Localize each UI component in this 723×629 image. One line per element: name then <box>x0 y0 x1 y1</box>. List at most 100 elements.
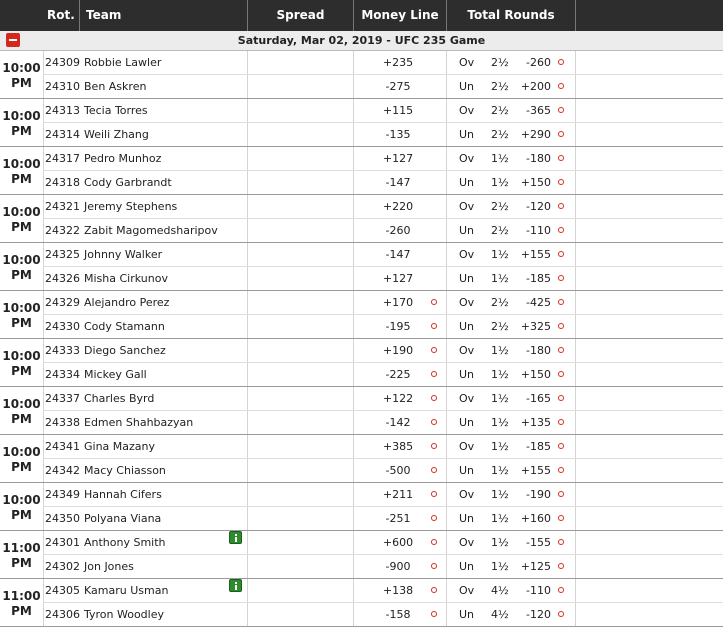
game-time-hour: 10:00 <box>2 493 41 507</box>
moneyline-bet-icon[interactable] <box>431 419 437 425</box>
total-rounds-value: 1½ <box>491 416 509 429</box>
rotation-number: 24325 <box>45 248 80 261</box>
total-odds: +155 <box>520 464 551 477</box>
fighter-name: Hannah Cifers <box>84 488 162 501</box>
rotation-number: 24318 <box>45 176 80 189</box>
moneyline-bet-icon[interactable] <box>431 587 437 593</box>
total-rounds-value: 1½ <box>491 176 509 189</box>
total-bet-icon[interactable] <box>558 611 564 617</box>
moneyline-bet-icon[interactable] <box>431 539 437 545</box>
total-odds: -180 <box>526 152 551 165</box>
total-rounds-value: 1½ <box>491 344 509 357</box>
total-bet-icon[interactable] <box>558 227 564 233</box>
total-bet-icon[interactable] <box>558 59 564 65</box>
rotation-number: 24333 <box>45 344 80 357</box>
total-bet-icon[interactable] <box>558 131 564 137</box>
fighter-line: 24329 Alejandro Perez +170 Ov 2½ -425 <box>43 291 723 315</box>
fighter-name: Zabit Magomedsharipov <box>84 224 218 237</box>
fighter-line: 24301 Anthony Smith +600 Ov 1½ -155 <box>43 531 723 555</box>
fighter-name: Gina Mazany <box>84 440 156 453</box>
total-rounds-value: 2½ <box>491 104 509 117</box>
total-odds: +290 <box>520 128 551 141</box>
moneyline-bet-icon[interactable] <box>431 491 437 497</box>
moneyline-bet-icon[interactable] <box>431 347 437 353</box>
moneyline-odds: -251 <box>385 512 411 525</box>
over-under-label: Un <box>459 560 475 573</box>
fighter-name: Pedro Munhoz <box>84 152 162 165</box>
total-rounds-value: 1½ <box>491 512 509 525</box>
total-bet-icon[interactable] <box>558 299 564 305</box>
game-time: 10:00 PM <box>0 339 43 386</box>
total-bet-icon[interactable] <box>558 587 564 593</box>
moneyline-odds: -225 <box>385 368 411 381</box>
moneyline-bet-icon[interactable] <box>431 323 437 329</box>
total-bet-icon[interactable] <box>558 443 564 449</box>
info-icon[interactable] <box>229 531 242 544</box>
total-bet-icon[interactable] <box>558 395 564 401</box>
total-bet-icon[interactable] <box>558 275 564 281</box>
total-bet-icon[interactable] <box>558 467 564 473</box>
over-under-label: Ov <box>459 488 475 501</box>
over-under-label: Ov <box>459 296 475 309</box>
games-list: 10:00 PM 24309 Robbie Lawler +235 Ov 2½ -260 243… <box>0 51 723 627</box>
moneyline-odds: +220 <box>382 200 414 213</box>
game-time: 10:00 PM <box>0 291 43 338</box>
total-bet-icon[interactable] <box>558 83 564 89</box>
info-icon[interactable] <box>229 579 242 592</box>
moneyline-odds: +235 <box>382 56 414 69</box>
moneyline-bet-icon[interactable] <box>431 563 437 569</box>
rotation-number: 24350 <box>45 512 80 525</box>
moneyline-bet-icon[interactable] <box>431 611 437 617</box>
fighter-name: Cody Garbrandt <box>84 176 172 189</box>
total-rounds-value: 4½ <box>491 584 509 597</box>
total-bet-icon[interactable] <box>558 419 564 425</box>
rotation-number: 24341 <box>45 440 80 453</box>
moneyline-odds: +127 <box>382 152 414 165</box>
total-odds: -190 <box>526 488 551 501</box>
table-header: Rot. Team Spread Money Line Total Rounds <box>0 0 723 31</box>
fighter-line: 24334 Mickey Gall -225 Un 1½ +150 <box>43 363 723 386</box>
total-bet-icon[interactable] <box>558 563 564 569</box>
over-under-label: Ov <box>459 248 475 261</box>
game-row: 11:00 PM 24305 Kamaru Usman +138 Ov 4½ -110 2430… <box>0 579 723 627</box>
game-time: 10:00 PM <box>0 243 43 290</box>
game-time: 10:00 PM <box>0 99 43 146</box>
total-odds: -110 <box>526 584 551 597</box>
game-time-ampm: PM <box>11 220 32 234</box>
event-date-band: Saturday, Mar 02, 2019 - UFC 235 Game <box>0 31 723 51</box>
moneyline-odds: +122 <box>382 392 414 405</box>
moneyline-odds: +211 <box>382 488 414 501</box>
total-rounds-value: 1½ <box>491 488 509 501</box>
total-bet-icon[interactable] <box>558 347 564 353</box>
total-odds: +135 <box>520 416 551 429</box>
total-bet-icon[interactable] <box>558 203 564 209</box>
rotation-number: 24321 <box>45 200 80 213</box>
total-bet-icon[interactable] <box>558 539 564 545</box>
game-time-hour: 10:00 <box>2 397 41 411</box>
total-bet-icon[interactable] <box>558 371 564 377</box>
total-bet-icon[interactable] <box>558 155 564 161</box>
moneyline-bet-icon[interactable] <box>431 395 437 401</box>
total-bet-icon[interactable] <box>558 251 564 257</box>
over-under-label: Ov <box>459 56 475 69</box>
total-bet-icon[interactable] <box>558 107 564 113</box>
total-bet-icon[interactable] <box>558 323 564 329</box>
total-bet-icon[interactable] <box>558 179 564 185</box>
moneyline-bet-icon[interactable] <box>431 467 437 473</box>
total-bet-icon[interactable] <box>558 515 564 521</box>
moneyline-bet-icon[interactable] <box>431 371 437 377</box>
game-time: 11:00 PM <box>0 579 43 626</box>
moneyline-bet-icon[interactable] <box>431 443 437 449</box>
fighter-line: 24325 Johnny Walker -147 Ov 1½ +155 <box>43 243 723 267</box>
moneyline-bet-icon[interactable] <box>431 299 437 305</box>
game-time: 10:00 PM <box>0 483 43 530</box>
fighter-line: 24318 Cody Garbrandt -147 Un 1½ +150 <box>43 171 723 194</box>
fighter-name: Macy Chiasson <box>84 464 166 477</box>
moneyline-bet-icon[interactable] <box>431 515 437 521</box>
rotation-number: 24317 <box>45 152 80 165</box>
over-under-label: Un <box>459 176 475 189</box>
total-bet-icon[interactable] <box>558 491 564 497</box>
game-time-ampm: PM <box>11 508 32 522</box>
game-time-hour: 10:00 <box>2 109 41 123</box>
moneyline-odds: +385 <box>382 440 414 453</box>
